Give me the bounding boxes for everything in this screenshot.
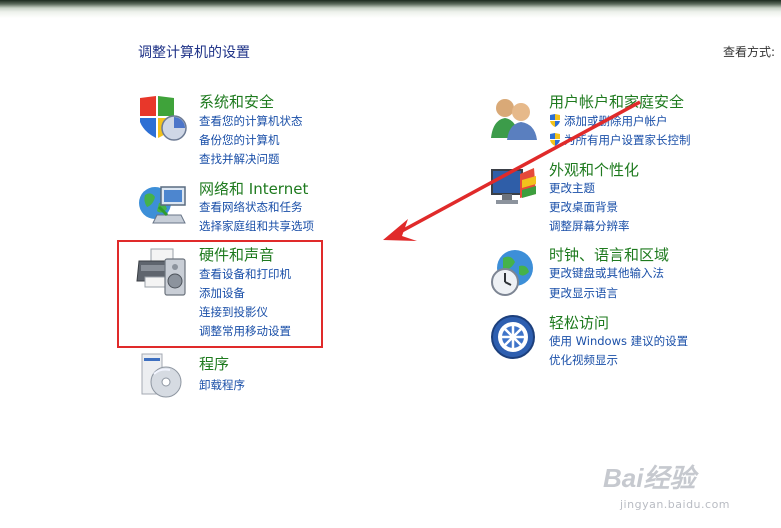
baidu-watermark-url: jingyan.baidu.com bbox=[620, 498, 731, 511]
baidu-watermark-logo: Bai经验 bbox=[603, 463, 696, 493]
red-annotation-arrow bbox=[383, 100, 641, 241]
